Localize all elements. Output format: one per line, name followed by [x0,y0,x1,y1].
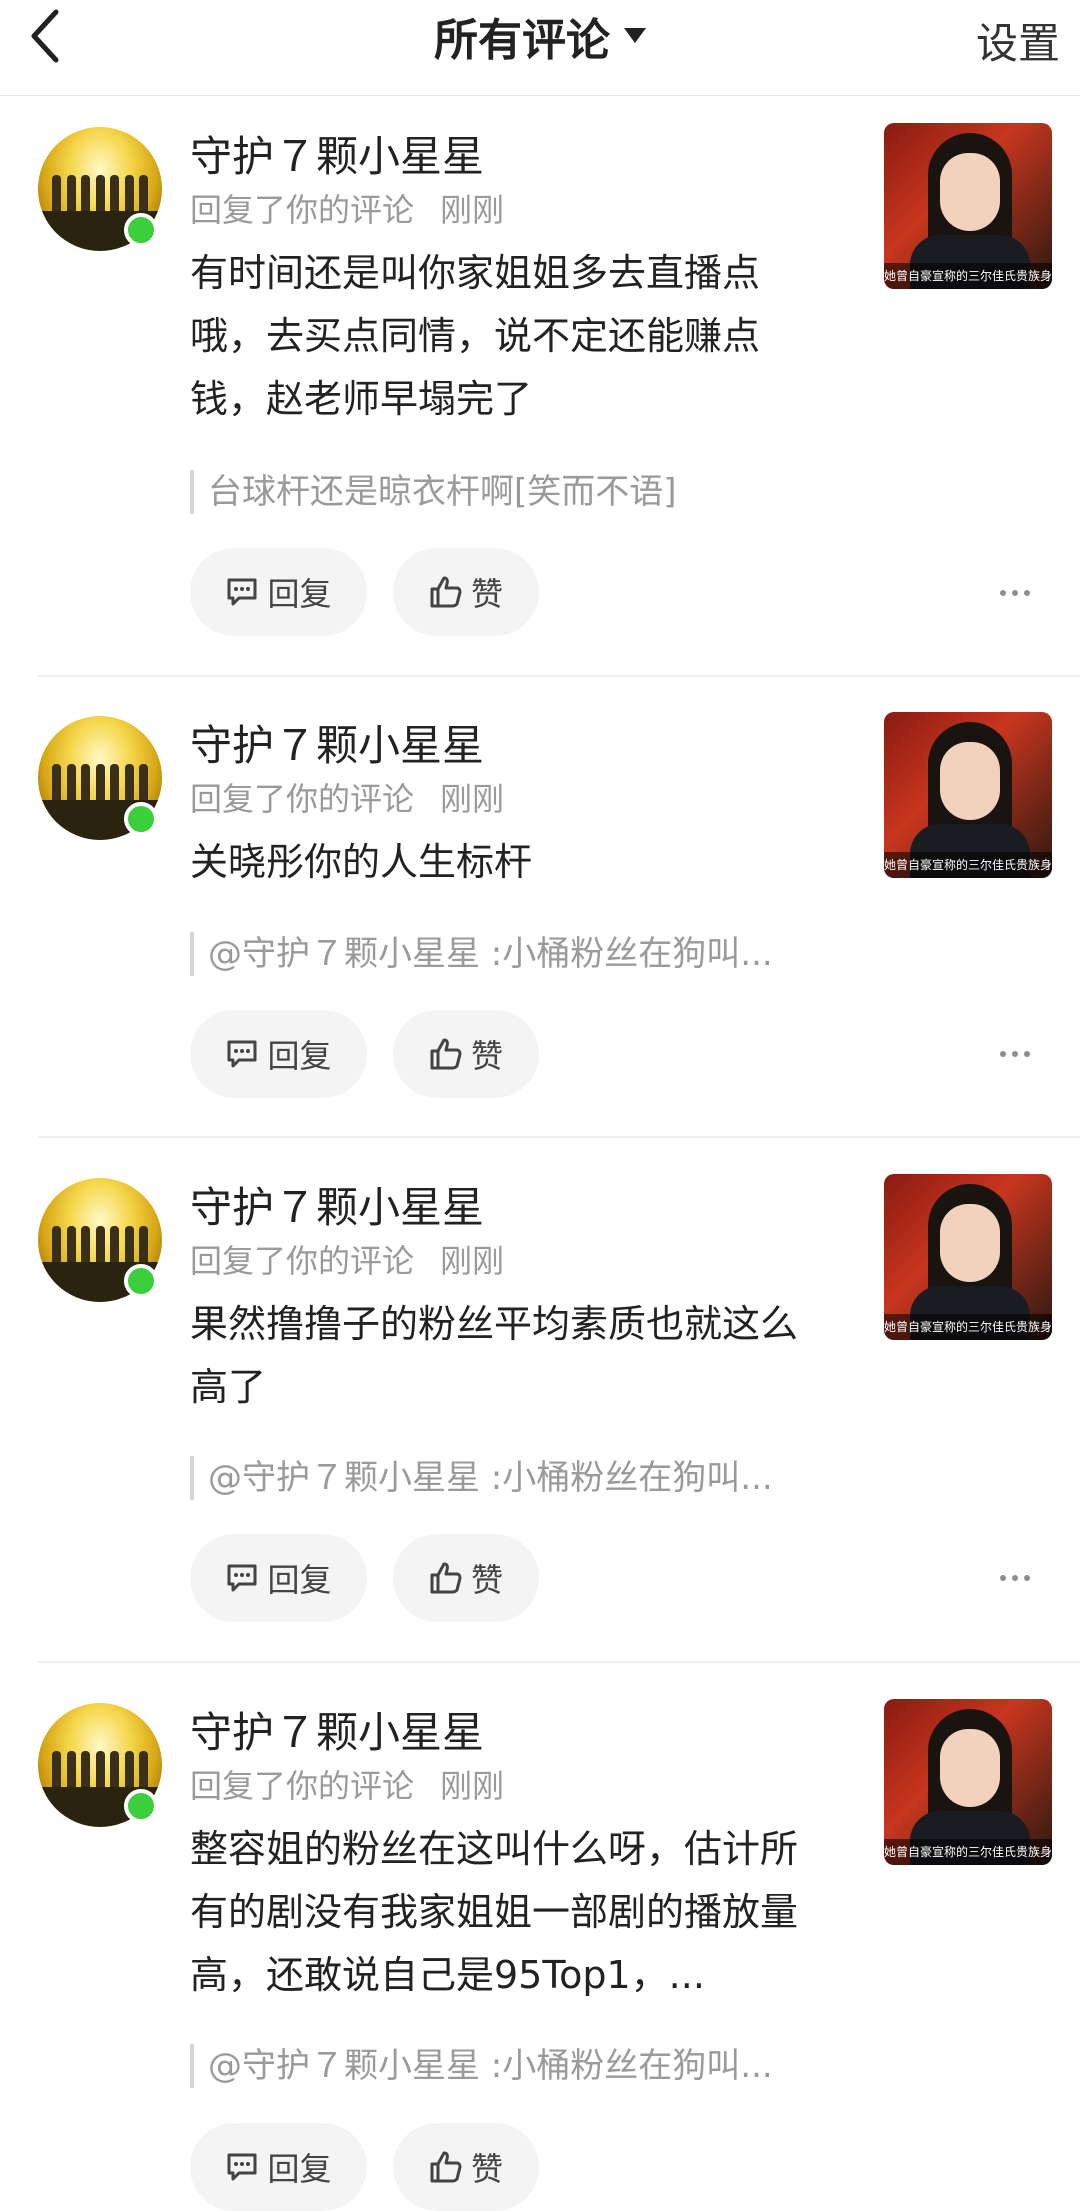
comment-icon [227,1564,257,1592]
post-thumbnail[interactable]: 她曾自豪宣称的三尔佳氏贵族身份 [884,1174,1052,1340]
post-thumbnail[interactable]: 她曾自豪宣称的三尔佳氏贵族身份 [884,1699,1052,1865]
thumbs-up-icon [430,576,462,608]
quoted-comment[interactable]: 台球杆还是晾衣杆啊[笑而不语] [190,470,870,514]
post-thumbnail[interactable]: 她曾自豪宣称的三尔佳氏贵族身份 [884,123,1052,289]
thumbs-up-icon [430,1038,462,1070]
reply-button[interactable]: 回复 [190,548,367,636]
like-button[interactable]: 赞 [393,1534,539,1622]
reply-label: 回复 [267,2150,332,2188]
page-title: 所有评论 [434,15,610,66]
thumbnail-caption: 她曾自豪宣称的三尔佳氏贵族身份 [884,852,1052,878]
like-label: 赞 [470,1561,503,1599]
user-name[interactable]: 守护７颗小星星 [190,1699,484,1760]
thumbnail-caption: 她曾自豪宣称的三尔佳氏贵族身份 [884,1839,1052,1865]
like-label: 赞 [470,575,503,613]
timestamp: 刚刚 [440,1767,505,1805]
online-status-dot [124,802,158,836]
comment-text: 果然撸撸子的粉丝平均素质也就这么高了 [190,1302,799,1409]
comment-meta: 回复了你的评论 刚刚 [190,185,504,231]
reply-button[interactable]: 回复 [190,1010,367,1098]
top-bar: 所有评论 设置 [0,0,1080,96]
comment-meta: 回复了你的评论 刚刚 [190,1761,504,1807]
comment-meta: 回复了你的评论 刚刚 [190,1236,504,1282]
thumbs-up-icon [430,1562,462,1594]
divider [38,1661,1080,1663]
comment-icon [227,578,257,606]
reply-label: 回复 [267,1037,332,1075]
online-status-dot [124,1264,158,1298]
divider [38,675,1080,677]
reply-button[interactable]: 回复 [190,1534,367,1622]
comment-icon [227,1040,257,1068]
comment-item: 守护７颗小星星 回复了你的评论 刚刚 她曾自豪宣称的三尔佳氏贵族身份 果然撸撸子的… [0,1146,1080,1663]
divider [38,1136,1080,1138]
user-name[interactable]: 守护７颗小星星 [190,712,484,773]
action-text: 回复了你的评论 [190,1767,415,1805]
caret-down-icon [624,28,646,43]
comment-item: 守护７颗小星星 回复了你的评论 刚刚 她曾自豪宣称的三尔佳氏贵族身份 整容姐的粉丝… [0,1671,1080,2211]
like-button[interactable]: 赞 [393,2123,539,2211]
action-text: 回复了你的评论 [190,191,415,229]
comment-text: 整容姐的粉丝在这叫什么呀，估计所有的剧没有我家姐姐一部剧的播放量高，还敢说自己是… [190,1827,799,1997]
quoted-comment[interactable]: @守护７颗小星星 :小桶粉丝在狗叫... [190,1456,870,1500]
comment-item: 守护７颗小星星 回复了你的评论 刚刚 她曾自豪宣称的三尔佳氏贵族身份 有时间还是叫… [0,95,1080,677]
user-name[interactable]: 守护７颗小星星 [190,123,484,184]
like-button[interactable]: 赞 [393,1010,539,1098]
user-name[interactable]: 守护７颗小星星 [190,1174,484,1235]
post-thumbnail[interactable]: 她曾自豪宣称的三尔佳氏贵族身份 [884,712,1052,878]
more-options-button[interactable] [990,1558,1040,1598]
reply-label: 回复 [267,1561,332,1599]
reply-button[interactable]: 回复 [190,2123,367,2211]
comment-text: 有时间还是叫你家姐姐多去直播点哦，去买点同情，说不定还能赚点钱，赵老师早塌完了 [190,251,761,421]
timestamp: 刚刚 [440,780,505,818]
settings-button[interactable]: 设置 [976,10,1060,71]
comment-icon [227,2153,257,2181]
online-status-dot [124,1789,158,1823]
action-text: 回复了你的评论 [190,780,415,818]
comment-text: 关晓彤你的人生标杆 [190,840,533,884]
online-status-dot [124,213,158,247]
like-label: 赞 [470,1037,503,1075]
comment-meta: 回复了你的评论 刚刚 [190,774,504,820]
quoted-comment[interactable]: @守护７颗小星星 :小桶粉丝在狗叫... [190,932,870,976]
comment-item: 守护７颗小星星 回复了你的评论 刚刚 她曾自豪宣称的三尔佳氏贵族身份 关晓彤你的人… [0,684,1080,1138]
reply-label: 回复 [267,575,332,613]
thumbnail-caption: 她曾自豪宣称的三尔佳氏贵族身份 [884,263,1052,289]
quoted-comment[interactable]: @守护７颗小星星 :小桶粉丝在狗叫... [190,2044,870,2088]
timestamp: 刚刚 [440,191,505,229]
like-button[interactable]: 赞 [393,548,539,636]
thumbs-up-icon [430,2151,462,2183]
more-options-button[interactable] [990,1034,1040,1074]
action-text: 回复了你的评论 [190,1242,415,1280]
like-label: 赞 [470,2150,503,2188]
thumbnail-caption: 她曾自豪宣称的三尔佳氏贵族身份 [884,1314,1052,1340]
more-options-button[interactable] [990,573,1040,613]
title-dropdown[interactable]: 所有评论 [0,6,1080,66]
timestamp: 刚刚 [440,1242,505,1280]
